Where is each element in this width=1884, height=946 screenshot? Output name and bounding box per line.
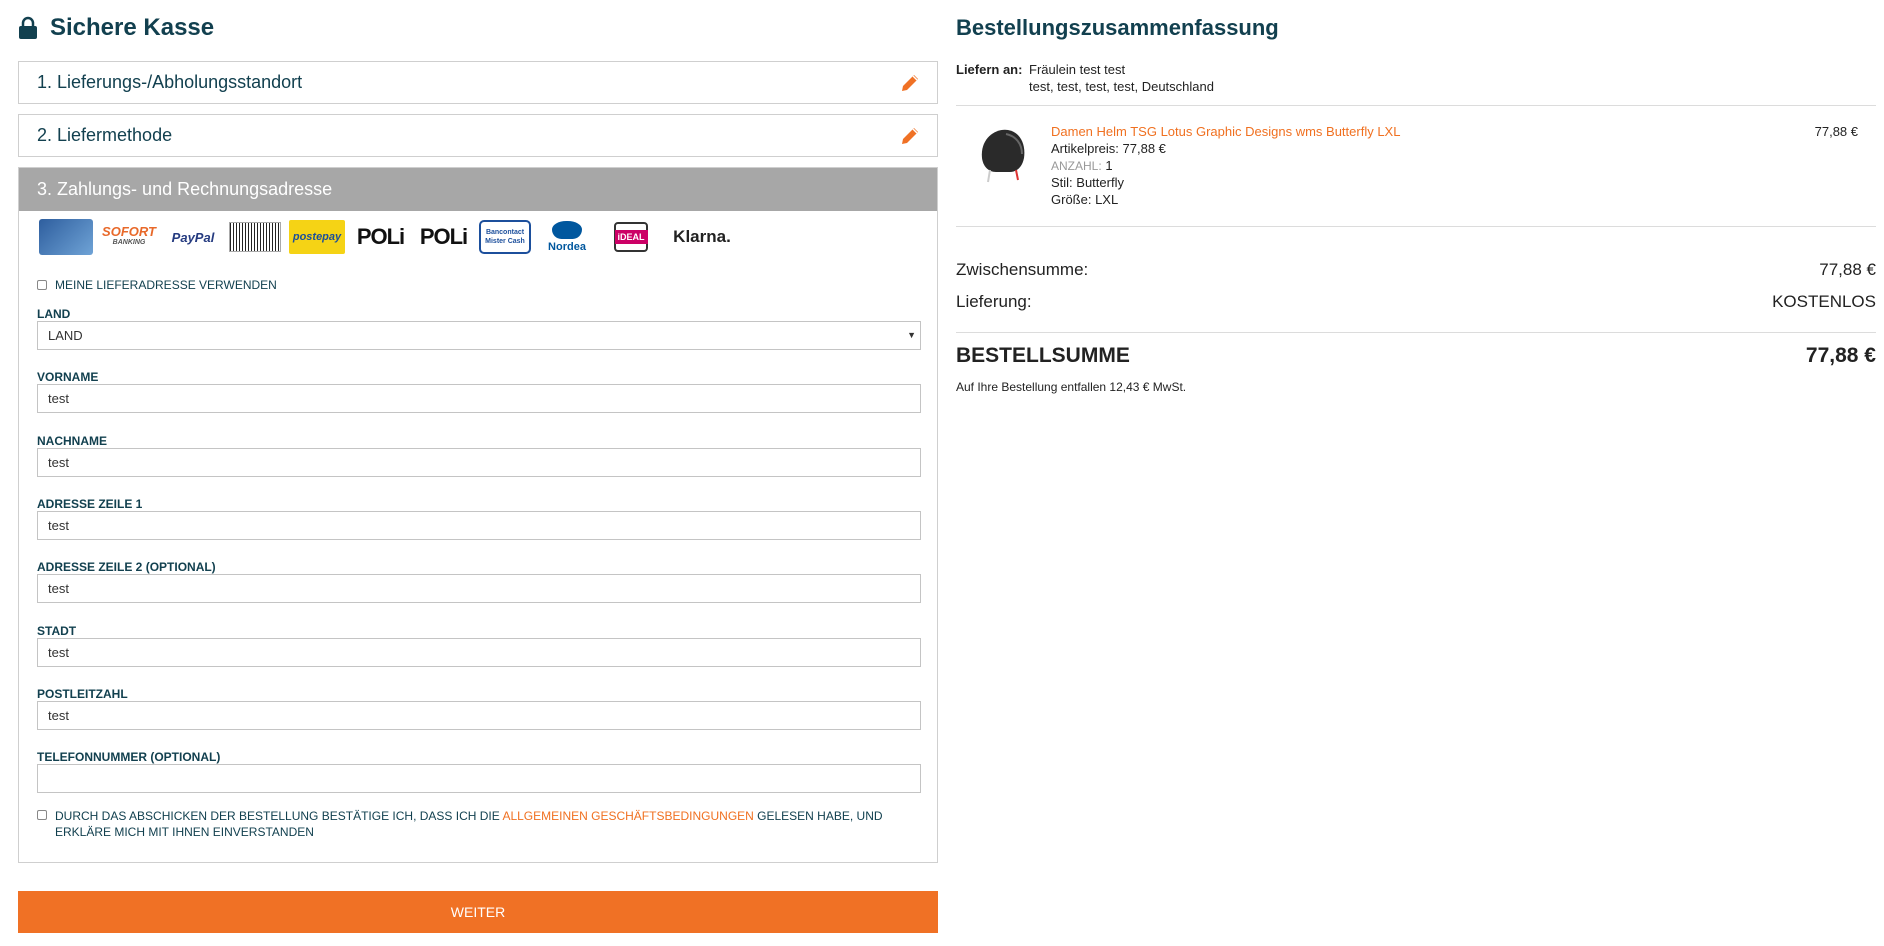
bancontact-logo[interactable]: Bancontact Mister Cash xyxy=(479,220,531,254)
subtotal-label: Zwischensumme: xyxy=(956,260,1089,279)
zip-value: test xyxy=(48,708,69,723)
ship-to-label: Liefern an: xyxy=(956,62,1023,77)
address2-label: ADRESSE ZEILE 2 (OPTIONAL) xyxy=(37,560,216,574)
continue-button[interactable]: WEITER xyxy=(18,891,938,933)
country-select-value: LAND xyxy=(48,328,83,343)
total-row: BESTELLSUMME 77,88 € xyxy=(956,344,1876,368)
use-delivery-address-label: MEINE LIEFERADRESSE VERWENDEN xyxy=(55,278,277,292)
country-select[interactable]: LAND ▼ xyxy=(37,321,921,350)
product-quantity-value: 1 xyxy=(1105,158,1113,173)
page-title: Sichere Kasse xyxy=(18,12,214,44)
address2-field[interactable]: test xyxy=(37,574,921,603)
step-delivery-method[interactable]: 2. Liefermethode xyxy=(18,114,938,157)
pencil-icon[interactable] xyxy=(899,72,921,94)
city-field[interactable]: test xyxy=(37,638,921,667)
summary-title: Bestellungszusammenfassung xyxy=(956,15,1279,40)
payment-logos: SOFORT BANKING PayPal postepay POLi POLi… xyxy=(39,217,737,257)
step-delivery-method-label: 2. Liefermethode xyxy=(37,125,173,145)
product-name-link[interactable]: Damen Helm TSG Lotus Graphic Designs wms… xyxy=(1051,124,1400,139)
product-size: Größe: LXL xyxy=(1051,192,1119,207)
step-delivery-location[interactable]: 1. Lieferungs-/Abholungsstandort xyxy=(18,61,938,104)
lastname-label: NACHNAME xyxy=(37,434,107,448)
product-quantity: ANZAHL: 1 xyxy=(1051,158,1113,173)
credit-card-logo[interactable] xyxy=(39,219,93,255)
step-payment-billing-label: 3. Zahlungs- und Rechnungsadresse xyxy=(37,179,333,199)
shipping-value: KOSTENLOS xyxy=(1772,292,1876,311)
address1-field[interactable]: test xyxy=(37,511,921,540)
subtotal-value: 77,88 € xyxy=(1819,260,1876,279)
address1-label: ADRESSE ZEILE 1 xyxy=(37,497,143,511)
paypal-logo[interactable]: PayPal xyxy=(165,220,221,254)
product-line-total: 77,88 € xyxy=(1814,124,1858,139)
shipping-label: Lieferung: xyxy=(956,292,1032,311)
nordea-wave-icon xyxy=(552,221,582,239)
lock-icon xyxy=(19,16,37,39)
country-label: LAND xyxy=(37,307,71,321)
city-value: test xyxy=(48,645,69,660)
zip-label: POSTLEITZAHL xyxy=(37,687,128,701)
total-label: BESTELLSUMME xyxy=(956,344,1130,367)
terms-option[interactable]: DURCH DAS ABSCHICKEN DER BESTELLUNG BEST… xyxy=(37,808,917,840)
poli-logo[interactable]: POLi xyxy=(416,220,471,254)
page-title-text: Sichere Kasse xyxy=(50,14,215,41)
sofort-logo[interactable]: SOFORT BANKING xyxy=(101,220,157,254)
shipping-row: Lieferung: KOSTENLOS xyxy=(956,292,1876,312)
phone-label: TELEFONNUMMER (OPTIONAL) xyxy=(37,750,221,764)
boleto-logo[interactable] xyxy=(229,222,281,252)
ship-to-address: test, test, test, test, Deutschland xyxy=(1029,79,1214,94)
total-value: 77,88 € xyxy=(1805,344,1876,367)
ideal-box: iDEAL xyxy=(614,222,648,252)
step-delivery-location-label: 1. Lieferungs-/Abholungsstandort xyxy=(37,72,303,92)
helmet-product-image[interactable] xyxy=(976,124,1028,184)
firstname-label: VORNAME xyxy=(37,370,99,384)
divider xyxy=(956,226,1876,227)
klarna-logo[interactable]: Klarna. xyxy=(667,220,737,254)
nordea-logo[interactable]: Nordea xyxy=(539,220,595,254)
product-unit-price: Artikelpreis: 77,88 € xyxy=(1051,141,1166,156)
lastname-value: test xyxy=(48,455,69,470)
firstname-field[interactable]: test xyxy=(37,384,921,413)
tax-note: Auf Ihre Bestellung entfallen 12,43 € Mw… xyxy=(956,380,1187,394)
terms-link[interactable]: ALLGEMEINEN GESCHÄFTSBEDINGUNGEN xyxy=(502,809,753,823)
terms-checkbox[interactable] xyxy=(37,810,47,820)
divider xyxy=(956,332,1876,333)
zip-field[interactable]: test xyxy=(37,701,921,730)
address1-value: test xyxy=(48,518,69,533)
pencil-icon[interactable] xyxy=(899,125,921,147)
dropdown-arrow-icon: ▼ xyxy=(907,330,916,340)
step-payment-billing-header: 3. Zahlungs- und Rechnungsadresse xyxy=(19,168,937,211)
lastname-field[interactable]: test xyxy=(37,448,921,477)
product-quantity-label: ANZAHL: xyxy=(1051,159,1102,173)
poli-logo[interactable]: POLi xyxy=(353,220,408,254)
payment-billing-panel: 3. Zahlungs- und Rechnungsadresse SOFORT… xyxy=(18,167,938,863)
firstname-value: test xyxy=(48,391,69,406)
phone-field[interactable] xyxy=(37,764,921,793)
product-style: Stil: Butterfly xyxy=(1051,175,1124,190)
postepay-logo[interactable]: postepay xyxy=(289,220,345,254)
subtotal-row: Zwischensumme: 77,88 € xyxy=(956,260,1876,280)
city-label: STADT xyxy=(37,624,77,638)
use-delivery-address-checkbox[interactable] xyxy=(37,280,47,290)
address2-value: test xyxy=(48,581,69,596)
terms-text: DURCH DAS ABSCHICKEN DER BESTELLUNG BEST… xyxy=(55,809,883,839)
ship-to-name: Fräulein test test xyxy=(1029,62,1126,77)
divider xyxy=(956,105,1876,106)
use-delivery-address-option[interactable]: MEINE LIEFERADRESSE VERWENDEN xyxy=(37,278,277,292)
ideal-logo[interactable]: iDEAL xyxy=(603,220,659,254)
